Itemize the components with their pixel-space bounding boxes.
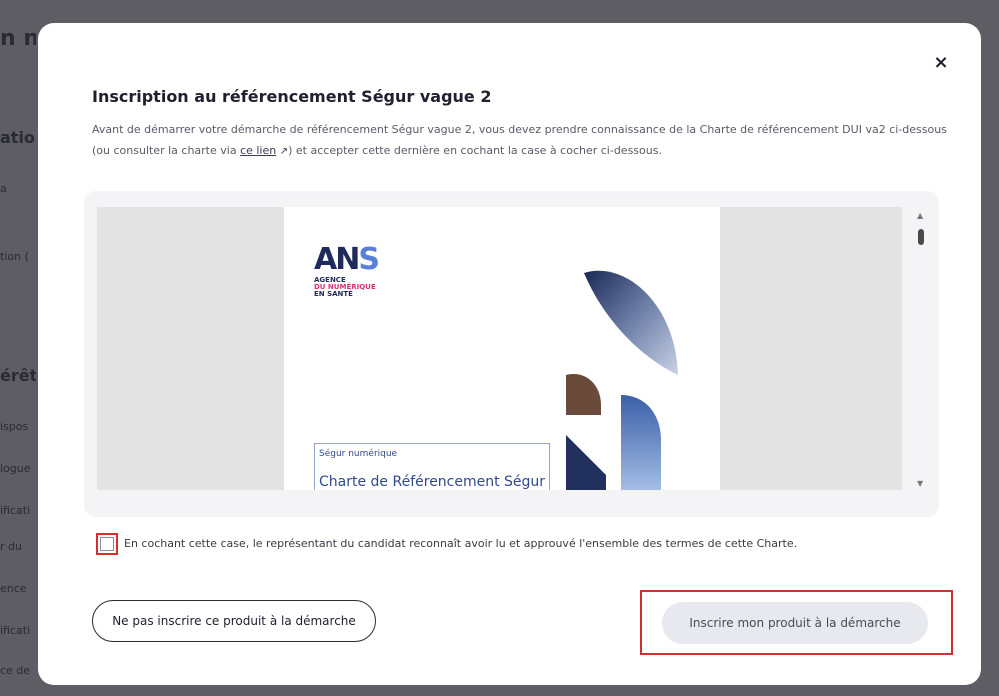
section-line: a <box>0 182 7 195</box>
logo-line: EN SANTÉ <box>314 290 353 298</box>
close-icon[interactable]: × <box>931 53 951 73</box>
accept-charter-label[interactable]: En cochant cette case, le représentant d… <box>124 537 797 550</box>
ans-logo: ANS AGENCE DU NUMÉRIQUE EN SANTÉ <box>314 242 380 298</box>
list-item: ce de <box>0 664 31 677</box>
list-item: r du <box>0 540 22 553</box>
page-title: n n <box>0 26 36 51</box>
list-item: ificati <box>0 504 31 517</box>
pdf-viewer[interactable]: ANS AGENCE DU NUMÉRIQUE EN SANTÉ Ségur n… <box>84 191 939 517</box>
list-item: ence <box>0 582 27 595</box>
modal-description: Avant de démarrer votre démarche de réfé… <box>92 119 947 162</box>
accept-charter-checkbox[interactable] <box>100 537 114 551</box>
decline-button[interactable]: Ne pas inscrire ce produit à la démarche <box>92 600 376 642</box>
document-title-box: Ségur numérique Charte de Référencement … <box>314 443 550 490</box>
document-title: Charte de Référencement Ségur <box>319 474 546 490</box>
register-button[interactable]: Inscrire mon produit à la démarche <box>662 602 928 644</box>
pdf-scrollbar[interactable]: ▲ ▼ <box>915 207 927 490</box>
scroll-down-icon[interactable]: ▼ <box>917 479 923 488</box>
list-item: ispos <box>0 420 29 433</box>
ans-logo-text: ANS <box>314 242 380 277</box>
registration-modal: × Inscription au référencement Ségur vag… <box>38 23 981 685</box>
scrollbar-thumb[interactable] <box>918 229 924 245</box>
scroll-up-icon[interactable]: ▲ <box>917 211 923 220</box>
description-text: ) et accepter cette dernière en cochant … <box>288 144 662 157</box>
cover-artwork <box>566 270 678 490</box>
section-heading: érêt <box>0 366 36 385</box>
register-button-highlight: Inscrire mon produit à la démarche <box>640 590 953 655</box>
list-item: ificati <box>0 624 31 637</box>
document-kicker: Ségur numérique <box>319 449 398 459</box>
ans-logo-letters: ANS <box>314 242 380 277</box>
pdf-viewport[interactable]: ANS AGENCE DU NUMÉRIQUE EN SANTÉ Ségur n… <box>97 207 902 490</box>
section-line: tion ( <box>0 250 29 263</box>
external-link-icon: ↗ <box>279 146 289 157</box>
modal-title: Inscription au référencement Ségur vague… <box>92 87 492 106</box>
pdf-page: ANS AGENCE DU NUMÉRIQUE EN SANTÉ Ségur n… <box>284 207 720 490</box>
section-heading: ation <box>0 128 36 147</box>
list-item: logue <box>0 462 31 475</box>
ans-logo-subtitle: AGENCE DU NUMÉRIQUE EN SANTÉ <box>314 277 378 298</box>
charter-link[interactable]: ce lien <box>240 144 276 157</box>
